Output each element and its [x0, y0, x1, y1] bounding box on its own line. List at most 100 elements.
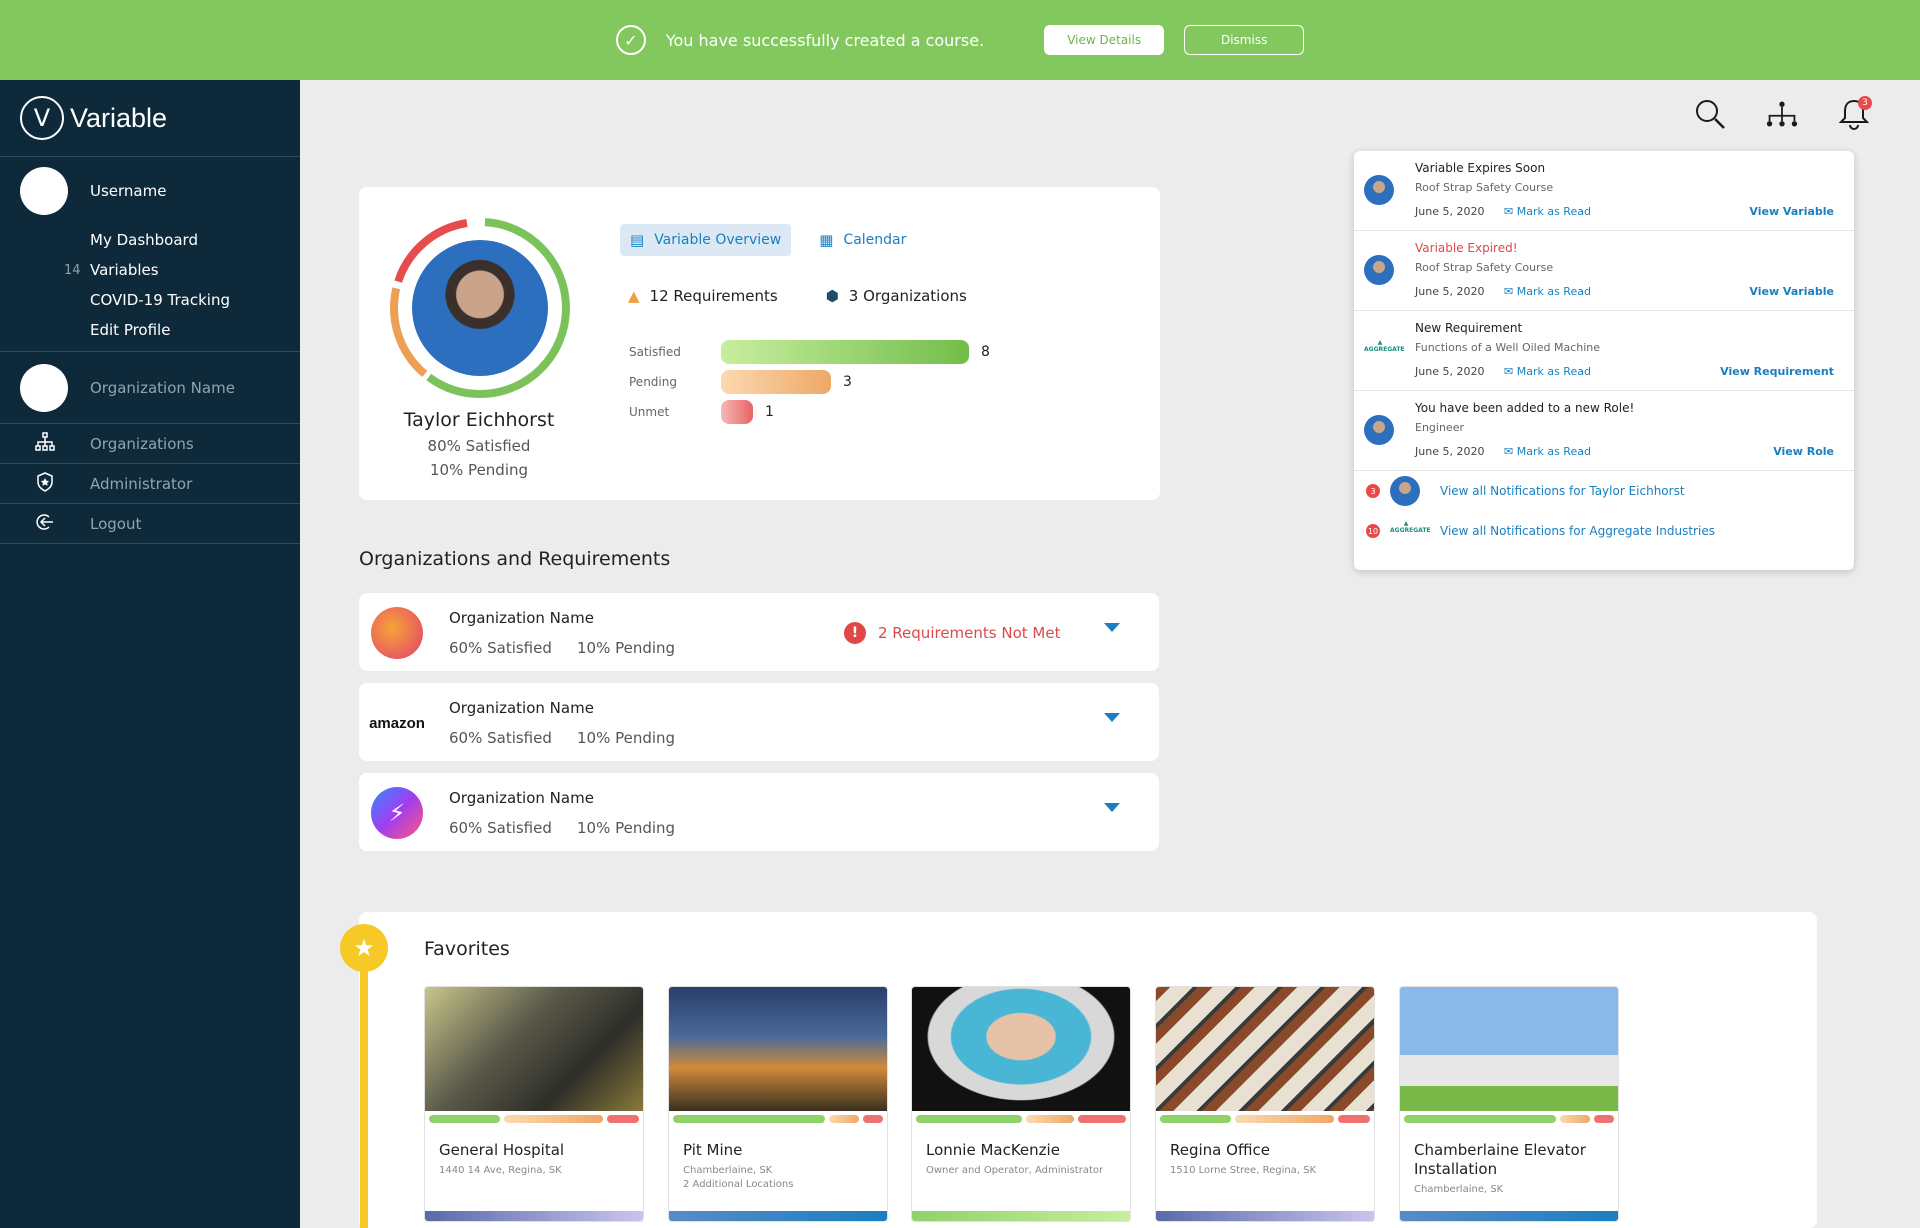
mark-as-read-link[interactable]: ✉ Mark as Read: [1504, 365, 1591, 378]
view-details-button[interactable]: View Details: [1044, 25, 1165, 55]
notification-title: New Requirement: [1415, 321, 1523, 335]
view-all-user-notifications-link[interactable]: View all Notifications for Taylor Eichho…: [1440, 484, 1685, 498]
mark-as-read-link[interactable]: ✉ Mark as Read: [1504, 445, 1591, 458]
view-variable-link[interactable]: View Variable: [1749, 205, 1834, 218]
favorite-card[interactable]: Regina Office 1510 Lorne Stree, Regina, …: [1155, 986, 1375, 1222]
variable-logo-icon: V: [20, 96, 64, 140]
mark-as-read-link[interactable]: ✉ Mark as Read: [1504, 285, 1591, 298]
org-pending: 10% Pending: [577, 819, 676, 837]
dismiss-button[interactable]: Dismiss: [1184, 25, 1305, 55]
bar-fill-satisfied: [721, 340, 969, 364]
notification-title: Variable Expired!: [1415, 241, 1518, 255]
requirements-not-met-alert[interactable]: ! 2 Requirements Not Met: [844, 622, 1060, 644]
hierarchy-icon: [34, 431, 56, 456]
org-card[interactable]: amazon Organization Name 60% Satisfied 1…: [359, 683, 1159, 761]
view-requirement-link[interactable]: View Requirement: [1720, 365, 1834, 378]
messenger-logo-icon: ⚡: [371, 787, 423, 839]
favorite-name: General Hospital: [439, 1141, 565, 1159]
nav-edit-profile[interactable]: Edit Profile: [90, 315, 300, 345]
user-avatar: [1364, 415, 1394, 445]
sidebar-item-administrator[interactable]: Administrator: [0, 464, 300, 504]
favorite-subtitle-2: 2 Additional Locations: [683, 1179, 794, 1190]
notification-item[interactable]: Variable Expired! Roof Strap Safety Cour…: [1354, 231, 1854, 311]
bar-satisfied: Satisfied 8: [629, 337, 990, 367]
profile-card: Taylor Eichhorst 80% Satisfied 10% Pendi…: [359, 187, 1160, 500]
sidebar-item-logout[interactable]: Logout: [0, 504, 300, 544]
view-all-org-notifications-link[interactable]: View all Notifications for Aggregate Ind…: [1440, 524, 1715, 538]
brand-name: Variable: [70, 102, 168, 133]
chevron-down-icon[interactable]: [1104, 803, 1120, 812]
favorite-name: Pit Mine: [683, 1141, 743, 1159]
favorite-image: [912, 987, 1130, 1111]
favorite-footer: [669, 1211, 887, 1221]
mark-as-read-link[interactable]: ✉ Mark as Read: [1504, 205, 1591, 218]
nav-label: COVID-19 Tracking: [90, 291, 230, 309]
org-selector[interactable]: Organization Name: [0, 352, 300, 424]
document-icon: ▤: [630, 231, 645, 249]
notification-footer-item[interactable]: 3 View all Notifications for Taylor Eich…: [1354, 471, 1854, 511]
favorite-subtitle: Owner and Operator, Administrator: [926, 1165, 1104, 1176]
notification-item[interactable]: Variable Expires Soon Roof Strap Safety …: [1354, 151, 1854, 231]
notification-count-badge: 3: [1366, 484, 1380, 498]
shield-icon: [34, 471, 56, 496]
favorite-image: [425, 987, 643, 1111]
bar-unmet: Unmet 1: [629, 397, 990, 427]
org-title: Organization Name: [449, 609, 594, 627]
agg-logo-text: AGGREGATE: [1364, 346, 1405, 353]
bell-icon[interactable]: 3: [1838, 96, 1872, 130]
brand-logo[interactable]: V Variable: [0, 80, 300, 157]
chevron-down-icon[interactable]: [1104, 623, 1120, 632]
view-role-link[interactable]: View Role: [1773, 445, 1834, 458]
favorite-card[interactable]: General Hospital 1440 14 Ave, Regina, SK: [424, 986, 644, 1222]
chevron-down-icon[interactable]: [1104, 713, 1120, 722]
org-satisfied: 60% Satisfied: [449, 729, 552, 747]
bar-fill-unmet: [721, 400, 753, 424]
view-variable-link[interactable]: View Variable: [1749, 285, 1834, 298]
notification-count-badge: 3: [1858, 96, 1872, 110]
favorite-card[interactable]: Chamberlaine Elevator Installation Chamb…: [1399, 986, 1619, 1222]
user-nav: My Dashboard 14 Variables COVID-19 Tracki…: [0, 225, 300, 352]
favorite-image: [669, 987, 887, 1111]
favorite-card[interactable]: Pit Mine Chamberlaine, SK 2 Additional L…: [668, 986, 888, 1222]
requirements-count: 12 Requirements: [649, 287, 778, 305]
mark-label: Mark as Read: [1516, 205, 1591, 218]
agg-logo-text: AGGREGATE: [1390, 527, 1431, 534]
nav-label: Edit Profile: [90, 321, 171, 339]
notification-item[interactable]: You have been added to a new Role! Engin…: [1354, 391, 1854, 471]
sidebar-item-organizations[interactable]: Organizations: [0, 424, 300, 464]
nav-variables[interactable]: 14 Variables: [64, 255, 300, 285]
organizations-count: 3 Organizations: [848, 287, 967, 305]
search-icon[interactable]: [1694, 98, 1726, 130]
star-icon: ★: [340, 924, 388, 972]
bar-value: 3: [843, 374, 852, 390]
user-avatar: [1390, 476, 1420, 506]
favorite-subtitle: Chamberlaine, SK: [683, 1165, 773, 1176]
favorite-name: Lonnie MacKenzie: [926, 1141, 1060, 1159]
notification-date: June 5, 2020: [1415, 205, 1485, 218]
org-satisfied: 60% Satisfied: [449, 639, 552, 657]
profile-tabs: ▤ Variable Overview ▦ Calendar: [620, 224, 916, 256]
bar-value: 1: [765, 404, 774, 420]
nav-my-dashboard[interactable]: My Dashboard: [90, 225, 300, 255]
mark-label: Mark as Read: [1516, 285, 1591, 298]
org-card[interactable]: Organization Name 60% Satisfied 10% Pend…: [359, 593, 1159, 671]
favorite-progress: [1400, 1111, 1618, 1123]
notification-subtitle: Engineer: [1415, 421, 1464, 434]
notification-date: June 5, 2020: [1415, 445, 1485, 458]
nav-covid-tracking[interactable]: COVID-19 Tracking: [90, 285, 300, 315]
org-card[interactable]: ⚡ Organization Name 60% Satisfied 10% Pe…: [359, 773, 1159, 851]
notification-item[interactable]: ▲ AGGREGATE New Requirement Functions of …: [1354, 311, 1854, 391]
org-chart-icon[interactable]: [1766, 98, 1798, 130]
calendar-icon: ▦: [819, 231, 834, 249]
top-toolbar: 3: [1694, 96, 1872, 130]
tab-variable-overview[interactable]: ▤ Variable Overview: [620, 224, 792, 256]
profile-photo: [412, 240, 548, 376]
logout-icon: [34, 512, 56, 536]
tab-calendar[interactable]: ▦ Calendar: [809, 224, 916, 256]
user-profile[interactable]: Username: [0, 157, 300, 225]
notification-subtitle: Roof Strap Safety Course: [1415, 181, 1554, 194]
aggregate-logo-icon: ▲ AGGREGATE: [1390, 520, 1431, 534]
requirement-bars: Satisfied 8 Pending 3 Unmet 1: [629, 337, 990, 427]
favorite-card[interactable]: Lonnie MacKenzie Owner and Operator, Adm…: [911, 986, 1131, 1222]
notification-footer-item[interactable]: 10 ▲ AGGREGATE View all Notifications for…: [1354, 511, 1854, 551]
